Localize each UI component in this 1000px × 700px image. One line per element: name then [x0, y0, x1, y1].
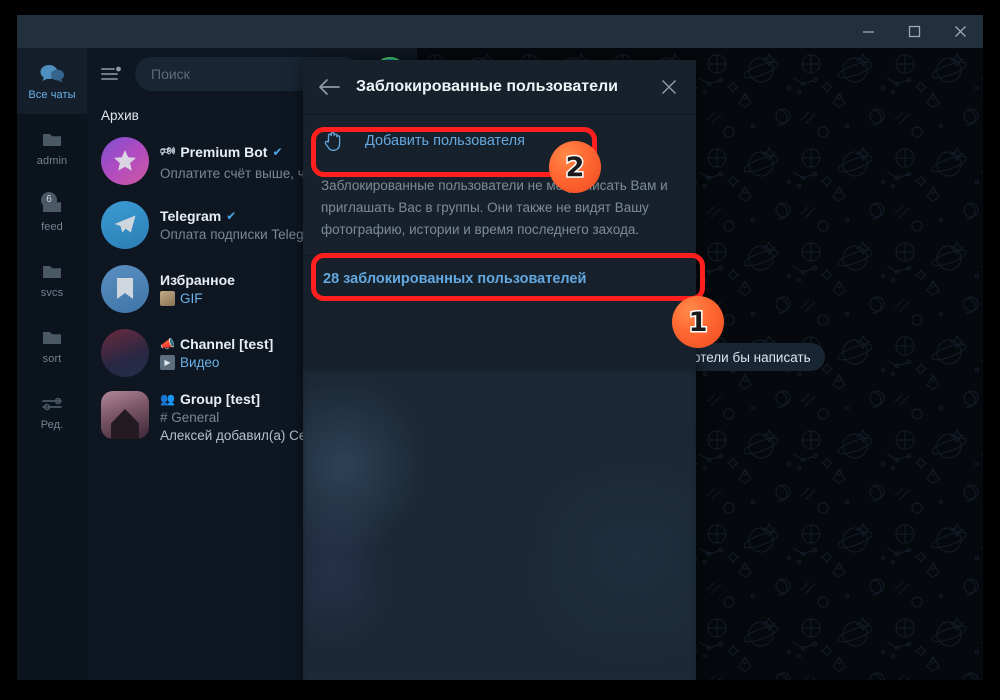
- sidebar-item-label: Все чаты: [28, 88, 76, 101]
- chat-item-preview-text: Оплата подписки Telegr: [160, 227, 309, 242]
- blocked-count-label: 28 заблокированных пользователей: [323, 270, 587, 287]
- telegram-window: Все чаты admin 6 feed svcs sort Ред. Пои…: [17, 15, 983, 680]
- stop-hand-icon: [323, 130, 345, 152]
- sidebar-item-label: sort: [42, 352, 62, 365]
- window-titlebar: [17, 15, 983, 48]
- search-placeholder: Поиск: [151, 66, 190, 82]
- gif-thumbnail: [160, 291, 175, 306]
- telegram-avatar: [101, 201, 149, 249]
- saved-messages-avatar: [101, 265, 149, 313]
- add-user-label: Добавить пользователя: [365, 133, 525, 149]
- sidebar-item-sort[interactable]: sort: [17, 312, 87, 378]
- folder-icon: 6: [39, 191, 65, 218]
- chat-item-preview-media: GIF: [180, 291, 203, 306]
- folders-sidebar: Все чаты admin 6 feed svcs sort Ред.: [17, 48, 87, 680]
- dialog-description: Заблокированные пользователи не могут пи…: [321, 178, 668, 237]
- minimize-icon[interactable]: [845, 15, 891, 48]
- channel-photo-avatar: [101, 329, 149, 377]
- annotation-badge-1: 1: [672, 296, 724, 348]
- chat-item-name: Premium Bot: [180, 144, 268, 160]
- add-user-row[interactable]: Добавить пользователя: [303, 115, 696, 167]
- sidebar-item-admin[interactable]: admin: [17, 114, 87, 180]
- loudspeaker-icon: 📣: [160, 337, 175, 351]
- sidebar-item-svcs[interactable]: svcs: [17, 246, 87, 312]
- blocked-users-dialog: Заблокированные пользователи Добавить по…: [303, 60, 696, 680]
- blocked-count-row[interactable]: 28 заблокированных пользователей: [303, 255, 696, 301]
- chat-item-preview-media: Видео: [180, 355, 220, 370]
- sidebar-item-label: admin: [36, 154, 68, 167]
- sidebar-item-edit[interactable]: Ред.: [17, 378, 87, 444]
- maximize-icon[interactable]: [891, 15, 937, 48]
- folder-icon: [39, 326, 65, 350]
- annotation-badge-2: 2: [549, 141, 601, 193]
- sidebar-badge: 6: [41, 191, 57, 208]
- sidebar-item-label: feed: [41, 220, 63, 233]
- premium-star-avatar: [101, 137, 149, 185]
- folder-icon: [39, 128, 65, 152]
- dialog-header: Заблокированные пользователи: [303, 60, 696, 115]
- chat-item-name: Telegram: [160, 208, 222, 224]
- back-arrow-icon[interactable]: [316, 74, 342, 100]
- verified-badge-icon: ✔: [272, 145, 283, 159]
- dialog-title: Заблокированные пользователи: [356, 78, 619, 95]
- verified-badge-icon: ✔: [226, 209, 237, 223]
- sidebar-item-feed[interactable]: 6 feed: [17, 180, 87, 246]
- chat-item-name: Group [test]: [179, 391, 261, 407]
- blocked-users-list-blurred: [303, 371, 696, 680]
- chats-icon: [39, 62, 65, 86]
- close-icon[interactable]: [937, 15, 983, 48]
- video-thumbnail: ▶: [160, 355, 175, 370]
- megaphone-icon: 🕬: [160, 143, 176, 158]
- sidebar-item-all-chats[interactable]: Все чаты: [17, 48, 87, 114]
- chat-item-preview-text: # General: [160, 410, 220, 425]
- chat-item-name: Channel [test]: [179, 336, 274, 352]
- group-icon: 👥: [160, 392, 175, 406]
- hamburger-icon[interactable]: [101, 66, 123, 82]
- folder-icon: [39, 260, 65, 284]
- group-photo-avatar: [101, 391, 149, 439]
- sidebar-item-label: Ред.: [40, 418, 64, 431]
- close-icon[interactable]: [656, 74, 682, 100]
- sliders-icon: [39, 392, 65, 416]
- chat-item-preview-text-secondary: Алексей добавил(а) Сем: [160, 428, 316, 443]
- sidebar-item-label: svcs: [40, 286, 64, 299]
- chat-item-preview-text: Оплатите счёт выше, чт: [160, 165, 311, 181]
- chat-item-name: Избранное: [160, 272, 235, 288]
